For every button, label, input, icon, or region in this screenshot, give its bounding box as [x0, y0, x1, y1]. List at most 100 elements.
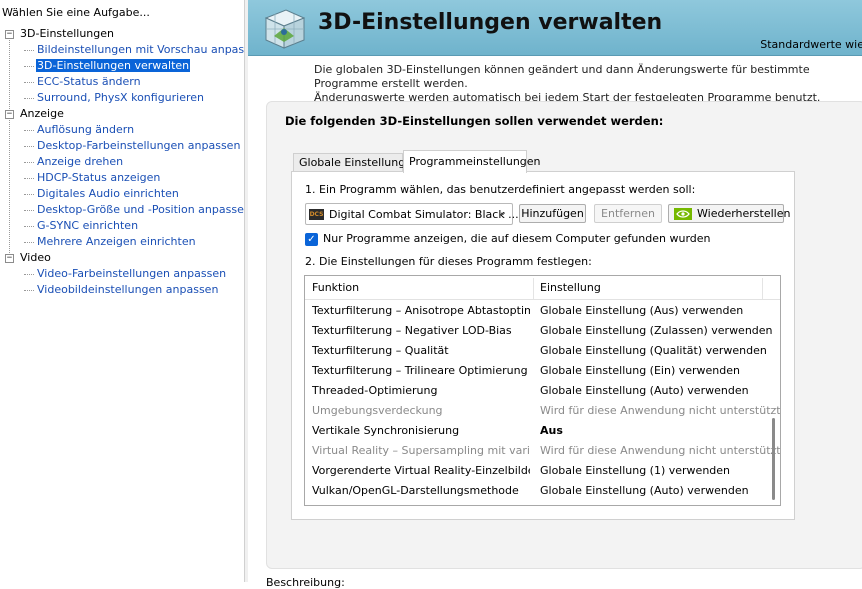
tree-item-label: ECC-Status ändern [37, 75, 141, 88]
tree-guide [24, 50, 34, 51]
category-label: 3D-Einstellungen [20, 27, 115, 40]
table-row[interactable]: Vulkan/OpenGL-Darstellungsmethode Globale… [305, 480, 765, 500]
task-tree-panel: Wählen Sie eine Aufgabe... − 3D-Einstell… [0, 0, 264, 582]
tab-panel: 1. Ein Programm wählen, das benutzerdefi… [291, 171, 795, 520]
feature-cell: Umgebungsverdeckung [312, 404, 443, 417]
table-row[interactable]: Texturfilterung – Trilineare Optimierung… [305, 360, 765, 380]
tab-global-settings[interactable]: Globale Einstellungen [293, 153, 419, 172]
table-row[interactable]: Vertikale Synchronisierung Aus [305, 420, 765, 440]
tree-guide [24, 146, 34, 147]
table-row[interactable]: Texturfilterung – Anisotrope Abtastoptim… [305, 300, 765, 320]
tree-item-label: 3D-Einstellungen verwalten [36, 59, 191, 72]
feature-cell: Texturfilterung – Anisotrope Abtastoptim… [312, 304, 530, 317]
remove-program-button[interactable]: Entfernen [594, 204, 662, 223]
step2-label: 2. Die Einstellungen für dieses Programm… [305, 255, 592, 268]
program-dropdown[interactable]: DCS Digital Combat Simulator: Black ... … [305, 203, 519, 225]
setting-cell: Wird für diese Anwendung nicht unterstüt… [540, 444, 781, 457]
tree-guide [24, 82, 34, 83]
feature-cell: Texturfilterung – Trilineare Optimierung [312, 364, 528, 377]
table-row: Virtual Reality – Supersampling mit vari… [305, 440, 780, 460]
feature-cell: Texturfilterung – Qualität [312, 344, 449, 357]
category-label: Video [20, 251, 51, 264]
tree-item-manage-3d[interactable]: 3D-Einstellungen verwalten [0, 58, 244, 74]
page-description: Die globalen 3D-Einstellungen können geä… [314, 63, 862, 105]
tree-guide [24, 66, 34, 67]
tree-guide [24, 242, 34, 243]
task-label: Wählen Sie eine Aufgabe... [2, 6, 150, 19]
tree-guide [24, 98, 34, 99]
column-header-setting[interactable]: Einstellung [540, 281, 601, 294]
feature-cell: Vertikale Synchronisierung [312, 424, 460, 437]
column-divider[interactable] [762, 278, 763, 299]
setting-cell[interactable]: Globale Einstellung (1) verwenden [540, 461, 730, 481]
filter-checkbox-label[interactable]: Nur Programme anzeigen, die auf diesem C… [323, 232, 711, 245]
tree-item-label: Videobildeinstellungen anpassen [37, 283, 219, 296]
tree-item-label: Bildeinstellungen mit Vorschau anpassen [37, 43, 264, 56]
tree-category-display[interactable]: − Anzeige [0, 106, 244, 122]
table-row[interactable]: Texturfilterung – Negativer LOD-Bias Glob… [305, 320, 773, 340]
tree-category-3d[interactable]: − 3D-Einstellungen [0, 26, 244, 42]
feature-cell: Texturfilterung – Negativer LOD-Bias [312, 324, 512, 337]
table-scrollbar[interactable] [767, 300, 780, 505]
table-row[interactable]: Texturfilterung – Qualität Globale Einste… [305, 340, 767, 361]
restore-button[interactable]: Wiederherstellen [668, 204, 790, 223]
collapse-icon[interactable]: − [5, 254, 14, 263]
section-heading: Die folgenden 3D-Einstellungen sollen ve… [285, 114, 664, 128]
tree-category-video[interactable]: − Video [0, 250, 244, 266]
setting-cell[interactable]: Globale Einstellung (Auto) verwenden [540, 481, 749, 501]
tree-guide [24, 162, 34, 163]
tree-item-gsync[interactable]: G-SYNC einrichten [0, 218, 244, 234]
tree-item-ecc[interactable]: ECC-Status ändern [0, 74, 244, 90]
collapse-icon[interactable]: − [5, 110, 14, 119]
setting-cell[interactable]: Globale Einstellung (Aus) verwenden [540, 301, 743, 321]
page-header: 3D-Einstellungen verwalten Standardwerte… [248, 0, 862, 56]
tree-item-multi-display[interactable]: Mehrere Anzeigen einrichten [0, 234, 244, 250]
restore-defaults-link[interactable]: Standardwerte wie [760, 38, 862, 51]
add-program-button[interactable]: Hinzufügen [519, 204, 586, 223]
tree-item-surround[interactable]: Surround, PhysX konfigurieren [0, 90, 244, 106]
intro-line: Die globalen 3D-Einstellungen können geä… [314, 63, 810, 90]
table-row[interactable]: Vorgerenderte Virtual Reality-Einzelbild… [305, 460, 765, 480]
settings-table[interactable]: Funktion Einstellung Texturfilterung – A… [304, 275, 781, 506]
filter-checkbox[interactable]: ✓ [305, 233, 318, 246]
feature-cell: Vulkan/OpenGL-Darstellungsmethode [312, 484, 519, 497]
collapse-icon[interactable]: − [5, 30, 14, 39]
tab-program-settings[interactable]: Programmeinstellungen [403, 150, 541, 173]
tree-item-audio[interactable]: Digitales Audio einrichten [0, 186, 244, 202]
tree-item-label: HDCP-Status anzeigen [37, 171, 161, 184]
tree-item-rotate[interactable]: Anzeige drehen [0, 154, 244, 170]
feature-cell: Vorgerenderte Virtual Reality-Einzelbild… [312, 464, 530, 477]
tree-item-video-image[interactable]: Videobildeinstellungen anpassen [0, 282, 244, 298]
feature-cell: Virtual Reality – Supersampling mit vari… [312, 444, 530, 457]
tree-item-preview[interactable]: Bildeinstellungen mit Vorschau anpassen [0, 42, 264, 58]
setting-cell[interactable]: Globale Einstellung (Zulassen) verwenden [540, 321, 773, 341]
tree-item-label: Digitales Audio einrichten [37, 187, 179, 200]
setting-cell[interactable]: Globale Einstellung (Auto) verwenden [540, 381, 749, 401]
scrollbar-thumb[interactable] [772, 418, 775, 500]
tree-guide [24, 194, 34, 195]
tree-item-label: Auflösung ändern [37, 123, 135, 136]
tree-item-label: Desktop-Farbeinstellungen anpassen [37, 139, 241, 152]
table-row[interactable]: Threaded-Optimierung Globale Einstellung … [305, 380, 765, 400]
tree-item-video-color[interactable]: Video-Farbeinstellungen anpassen [0, 266, 244, 282]
column-header-function[interactable]: Funktion [312, 281, 359, 294]
tree-item-label: G-SYNC einrichten [37, 219, 139, 232]
program-dropdown-value: Digital Combat Simulator: Black ... [329, 208, 519, 221]
chevron-down-icon: ⌄ [498, 207, 507, 218]
setting-cell: Wird für diese Anwendung nicht unterstüt… [540, 404, 781, 417]
tree-item-desktop-size[interactable]: Desktop-Größe und -Position anpassen [0, 202, 251, 218]
tree-item-label: Surround, PhysX konfigurieren [37, 91, 205, 104]
setting-cell[interactable]: Globale Einstellung (Qualität) verwenden [540, 341, 767, 361]
setting-cell[interactable]: Aus [540, 421, 563, 441]
tree-guide [24, 274, 34, 275]
column-divider[interactable] [533, 278, 534, 299]
setting-cell[interactable]: Globale Einstellung (Ein) verwenden [540, 361, 740, 381]
tree-item-hdcp[interactable]: HDCP-Status anzeigen [0, 170, 244, 186]
table-row: Umgebungsverdeckung Wird für diese Anwend… [305, 400, 780, 420]
description-label: Beschreibung: [266, 576, 345, 589]
tree-item-label: Mehrere Anzeigen einrichten [37, 235, 196, 248]
tree-item-label: Anzeige drehen [37, 155, 124, 168]
tree-item-resolution[interactable]: Auflösung ändern [0, 122, 244, 138]
tree-item-desktop-color[interactable]: Desktop-Farbeinstellungen anpassen [0, 138, 244, 154]
tree-guide [24, 130, 34, 131]
